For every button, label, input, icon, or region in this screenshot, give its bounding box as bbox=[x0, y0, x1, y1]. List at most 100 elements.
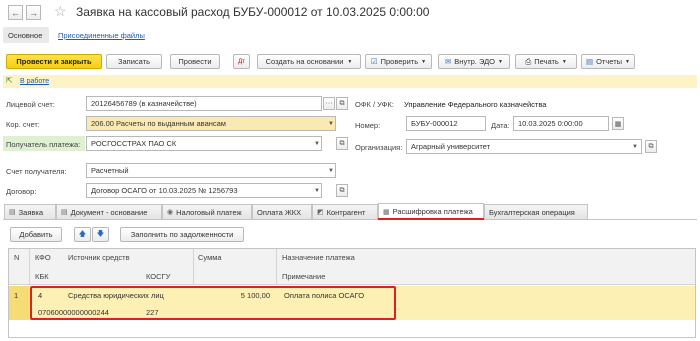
payee-open-button[interactable]: ⧉ bbox=[336, 137, 348, 150]
account-label: Лицевой счет: bbox=[6, 100, 55, 109]
payee-field[interactable]: РОСГОССТРАХ ПАО СК bbox=[86, 136, 322, 151]
reports-icon: ▤ bbox=[586, 57, 594, 66]
reports-label: Отчеты bbox=[596, 57, 623, 66]
number-field[interactable]: БУБУ-000012 bbox=[406, 116, 486, 131]
back-button[interactable]: ← bbox=[8, 5, 23, 20]
edo-button[interactable]: ✉ Внутр. ЭДО ▼ bbox=[438, 54, 510, 69]
contract-open-button[interactable]: ⧉ bbox=[336, 184, 348, 197]
tab-tax-payment-label: Налоговый платеж bbox=[176, 207, 242, 217]
table-icon: ▦ bbox=[383, 208, 390, 216]
chevron-down-icon: ▼ bbox=[561, 58, 567, 65]
create-basis-button[interactable]: Создать на основании ▼ bbox=[257, 54, 361, 69]
tax-icon: ◉ bbox=[167, 209, 174, 216]
number-label: Номер: bbox=[355, 121, 381, 130]
corr-account-label: Кор. счет: bbox=[6, 120, 40, 129]
tab-basis-document[interactable]: ▤ Документ - основание bbox=[56, 204, 162, 219]
status-link[interactable]: В работе bbox=[20, 78, 49, 85]
document-icon: ▤ bbox=[9, 209, 16, 216]
status-bar bbox=[3, 75, 697, 88]
tab-request-label: Заявка bbox=[18, 207, 43, 217]
chevron-down-icon[interactable]: ▼ bbox=[314, 188, 320, 194]
tab-request[interactable]: ▤ Заявка bbox=[4, 204, 56, 219]
status-icon: ⇱ bbox=[6, 76, 13, 85]
add-row-button[interactable]: Добавить bbox=[10, 227, 62, 242]
tab-main-label: Основное bbox=[8, 31, 43, 40]
edo-label: Внутр. ЭДО bbox=[454, 57, 496, 66]
row-n: 1 bbox=[14, 291, 19, 300]
document-icon: ▤ bbox=[61, 209, 68, 216]
tabs-baseline bbox=[3, 219, 697, 220]
date-field[interactable]: 10.03.2025 0:00:00 bbox=[513, 116, 609, 131]
tab-tax-payment[interactable]: ◉ Налоговый платеж bbox=[162, 204, 252, 219]
chevron-down-icon: ▼ bbox=[498, 58, 503, 65]
chevron-down-icon[interactable]: ▼ bbox=[328, 168, 334, 174]
move-down-button[interactable]: 🡇 bbox=[92, 227, 109, 242]
forward-button[interactable]: → bbox=[26, 5, 41, 20]
tab-counterparty[interactable]: ◩ Контрагент bbox=[312, 204, 378, 219]
tab-payment-breakdown-label: Расшифровка платежа bbox=[392, 207, 473, 216]
contract-label: Договор: bbox=[6, 187, 37, 196]
chevron-down-icon: ▼ bbox=[625, 58, 630, 65]
payee-account-label: Счет получателя: bbox=[6, 167, 67, 176]
header-note: Примечание bbox=[282, 272, 326, 281]
header-divider bbox=[276, 249, 277, 285]
tab-basis-document-label: Документ - основание bbox=[70, 207, 148, 217]
header-n: N bbox=[14, 253, 20, 262]
post-and-close-button[interactable]: Провести и закрыть bbox=[6, 54, 102, 69]
row-marker-cell bbox=[9, 286, 29, 320]
printer-icon: ⎙ bbox=[525, 56, 532, 66]
chevron-down-icon[interactable]: ▼ bbox=[632, 144, 638, 150]
move-up-button[interactable]: 🡅 bbox=[74, 227, 91, 242]
tab-utilities[interactable]: Оплата ЖКХ bbox=[252, 204, 312, 219]
tab-attached-files[interactable]: Присоединенные файлы bbox=[58, 31, 145, 40]
reports-button[interactable]: ▤ Отчеты ▼ bbox=[581, 54, 635, 69]
date-label: Дата: bbox=[491, 121, 510, 130]
tab-counterparty-label: Контрагент bbox=[326, 207, 366, 217]
tab-payment-breakdown[interactable]: ▦ Расшифровка платежа bbox=[378, 203, 484, 219]
print-button[interactable]: ⎙ Печать ▼ bbox=[515, 54, 577, 69]
print-form-icon[interactable]: Дт bbox=[233, 54, 250, 69]
chevron-down-icon[interactable]: ▼ bbox=[314, 141, 320, 147]
header-kbk: КБК bbox=[35, 272, 49, 281]
active-tab-underline bbox=[378, 218, 484, 220]
tab-accounting-operation-label: Бухгалтерская операция bbox=[489, 207, 575, 217]
save-button[interactable]: Записать bbox=[106, 54, 162, 69]
check-label: Проверить bbox=[380, 57, 419, 66]
payee-label: Получатель платежа: bbox=[6, 140, 81, 149]
tab-utilities-label: Оплата ЖКХ bbox=[257, 207, 302, 217]
account-field[interactable]: 20126456789 (в казначействе) bbox=[86, 96, 322, 111]
tab-accounting-operation[interactable]: Бухгалтерская операция bbox=[484, 204, 588, 219]
favorite-star-icon[interactable]: ☆ bbox=[54, 3, 67, 20]
header-amount: Сумма bbox=[198, 253, 222, 262]
header-kfo: КФО bbox=[35, 253, 51, 262]
header-purpose: Назначение платежа bbox=[282, 253, 355, 262]
header-divider bbox=[193, 249, 194, 285]
print-label: Печать bbox=[534, 57, 559, 66]
fill-by-debt-button[interactable]: Заполнить по задолженности bbox=[120, 227, 244, 242]
header-kosgu: КОСГУ bbox=[146, 272, 171, 281]
chevron-down-icon: ▼ bbox=[421, 58, 427, 65]
create-basis-label: Создать на основании bbox=[265, 57, 344, 66]
counterparty-icon: ◩ bbox=[317, 209, 324, 216]
post-button[interactable]: Провести bbox=[170, 54, 220, 69]
corr-account-field[interactable]: 206.00 Расчеты по выданным авансам bbox=[86, 116, 336, 131]
chevron-down-icon[interactable]: ▼ bbox=[328, 121, 334, 127]
organization-open-button[interactable]: ⧉ bbox=[645, 140, 657, 153]
header-divider bbox=[29, 249, 30, 285]
chevron-down-icon: ▼ bbox=[347, 58, 353, 65]
account-open-button[interactable]: ⧉ bbox=[336, 97, 348, 110]
check-button[interactable]: ☑ Проверить ▼ bbox=[365, 54, 432, 69]
ofk-label: ОФК / УФК: bbox=[355, 100, 394, 109]
payee-account-field[interactable]: Расчетный bbox=[86, 163, 336, 178]
window-title: Заявка на кассовый расход БУБУ-000012 от… bbox=[76, 5, 430, 19]
edo-icon: ✉ bbox=[445, 57, 452, 66]
contract-field[interactable]: Договор ОСАГО от 10.03.2025 № 1256793 bbox=[86, 183, 322, 198]
row-highlight-box bbox=[30, 286, 396, 320]
ofk-value: Управление Федерального казначейства bbox=[404, 100, 547, 109]
organization-field[interactable]: Аграрный университет bbox=[406, 139, 642, 154]
account-select-button[interactable]: ··· bbox=[323, 97, 335, 110]
header-source: Источник средств bbox=[68, 253, 130, 262]
calendar-icon[interactable]: ▦ bbox=[612, 117, 624, 130]
organization-label: Организация: bbox=[355, 143, 403, 152]
check-icon: ☑ bbox=[370, 57, 378, 66]
